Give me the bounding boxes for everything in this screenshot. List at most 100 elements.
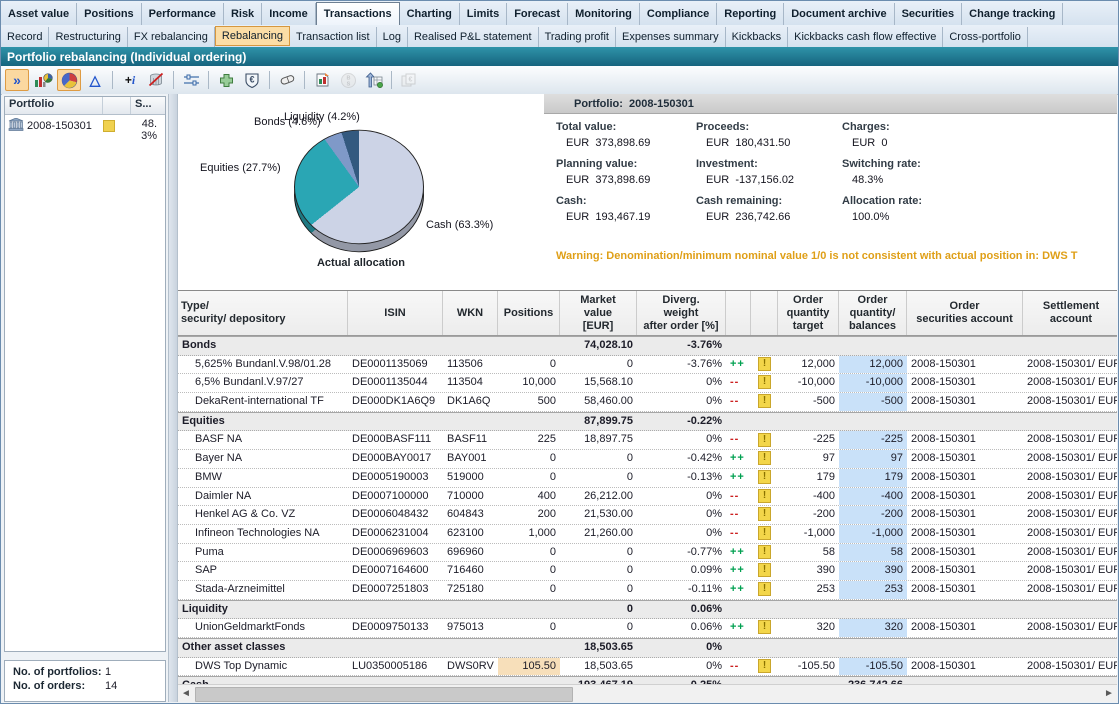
cell-bal[interactable]: -225 [839,431,907,449]
subtab-trading-profit[interactable]: Trading profit [539,27,616,47]
order-settings-icon[interactable] [179,69,203,91]
cell-bal[interactable]: 12,000 [839,356,907,374]
subtab-record[interactable]: Record [1,27,49,47]
column-header-status[interactable] [103,97,131,114]
scrollbar-thumb[interactable] [195,687,573,702]
column-header-trend[interactable] [726,291,751,335]
expand-panel-icon[interactable]: » [5,69,29,91]
horizontal-scrollbar[interactable]: ◄ ► [178,684,1117,702]
eraser-icon[interactable] [275,69,299,91]
subtab-kickbacks-cash-flow-effective[interactable]: Kickbacks cash flow effective [788,27,943,47]
cell-bal[interactable]: 390 [839,562,907,580]
column-header-mv[interactable]: Market value [EUR] [560,291,637,335]
column-header-div[interactable]: Diverg. weight after order [%] [637,291,726,335]
table-row[interactable]: PumaDE000696960369696000-0.77%++!5858200… [178,544,1117,563]
tab-compliance[interactable]: Compliance [640,3,717,25]
cell-mv: 193,467.19 [560,677,637,684]
tab-change-tracking[interactable]: Change tracking [962,3,1063,25]
subtab-transaction-list[interactable]: Transaction list [290,27,377,47]
pie-chart-icon[interactable] [57,69,81,91]
column-header-portfolio[interactable]: Portfolio [5,97,103,114]
buy-sell-icon[interactable]: BS [336,69,360,91]
add-order-icon[interactable] [214,69,238,91]
table-row[interactable]: UnionGeldmarktFondsDE0009750133975013000… [178,619,1117,638]
allocation-chart-icon[interactable] [31,69,55,91]
table-row[interactable]: SAPDE0007164600716460000.09%++!390390200… [178,562,1117,581]
table-row[interactable]: Bayer NADE000BAY0017BAY00100-0.42%++!979… [178,450,1117,469]
tab-reporting[interactable]: Reporting [717,3,784,25]
subtab-cross-portfolio[interactable]: Cross-portfolio [943,27,1028,47]
subtab-realised-p-l-statement[interactable]: Realised P&L statement [408,27,539,47]
table-row[interactable]: DWS Top DynamicLU0350005186DWS0RV105.501… [178,658,1117,677]
column-header-switching[interactable]: S... [131,97,165,114]
delta-icon[interactable]: △ [83,69,107,91]
table-row[interactable]: Other asset classes18,503.650% [178,638,1117,658]
table-row[interactable]: 5,625% Bundanl.V.98/01.28DE0001135069113… [178,356,1117,375]
table-row[interactable]: Henkel AG & Co. VZDE00060484326048432002… [178,506,1117,525]
import-orders-icon[interactable] [362,69,386,91]
table-row[interactable]: Stada-ArzneimittelDE000725180372518000-0… [178,581,1117,600]
exclude-positions-icon[interactable] [144,69,168,91]
tab-income[interactable]: Income [262,3,316,25]
tab-forecast[interactable]: Forecast [507,3,568,25]
column-header-name[interactable]: Type/ security/ depository [178,291,348,335]
column-header-pos[interactable]: Positions [498,291,560,335]
cell-bal[interactable]: -10,000 [839,374,907,392]
subtab-rebalancing[interactable]: Rebalancing [215,26,290,46]
tab-document-archive[interactable]: Document archive [784,3,894,25]
column-header-bal[interactable]: Order quantity/ balances [839,291,907,335]
subtab-restructuring[interactable]: Restructuring [49,27,127,47]
stat-label: No. of orders: [13,680,105,692]
column-header-wkn[interactable]: WKN [443,291,498,335]
cell-bal[interactable]: 253 [839,581,907,599]
table-row[interactable]: Bonds74,028.10-3.76% [178,336,1117,356]
tab-risk[interactable]: Risk [224,3,262,25]
add-info-icon[interactable]: +i [118,69,142,91]
cell-bal[interactable]: -1,000 [839,525,907,543]
cell-bal[interactable]: 179 [839,469,907,487]
cell-bal[interactable]: -105.50 [839,658,907,676]
cell-bal[interactable]: -500 [839,393,907,411]
scroll-left-arrow-icon[interactable]: ◄ [178,686,194,701]
table-row[interactable]: Infineon Technologies NADE00062310046231… [178,525,1117,544]
column-header-sec[interactable]: Order securities account [907,291,1023,335]
tab-limits[interactable]: Limits [460,3,507,25]
subtab-expenses-summary[interactable]: Expenses summary [616,27,726,47]
cell-bal[interactable]: -200 [839,506,907,524]
tab-performance[interactable]: Performance [142,3,224,25]
table-row[interactable]: Liquidity00.06% [178,600,1117,620]
copy-orders-icon[interactable]: € [397,69,421,91]
scroll-right-arrow-icon[interactable]: ► [1101,686,1117,701]
table-row[interactable]: BMWDE000519000351900000-0.13%++!17917920… [178,469,1117,488]
generate-orders-icon[interactable] [310,69,334,91]
subtab-fx-rebalancing[interactable]: FX rebalancing [128,27,215,47]
cell-bal[interactable]: 97 [839,450,907,468]
subtab-log[interactable]: Log [377,27,408,47]
column-header-qty[interactable]: Order quantity target [778,291,839,335]
table-row[interactable]: BASF NADE000BASF111BASF1122518,897.750%-… [178,431,1117,450]
cell-trend [726,677,751,684]
table-row[interactable]: Cash193,467.190.25%236,742.66 [178,676,1117,684]
column-header-settle[interactable]: Settlement account [1023,291,1117,335]
column-header-warn[interactable] [751,291,778,335]
euro-badge-icon[interactable]: € [240,69,264,91]
table-row[interactable]: DekaRent-international TFDE000DK1A6Q9DK1… [178,393,1117,412]
rebalancing-table: Type/ security/ depositoryISINWKNPositio… [178,290,1117,684]
cell-name: Infineon Technologies NA [178,525,348,543]
tab-charting[interactable]: Charting [400,3,460,25]
tab-monitoring[interactable]: Monitoring [568,3,640,25]
portfolio-list-item[interactable]: 2008-150301 48.3% [5,115,165,142]
table-row[interactable]: 6,5% Bundanl.V.97/27DE000113504411350410… [178,374,1117,393]
tab-positions[interactable]: Positions [77,3,142,25]
panel-splitter[interactable] [168,94,178,702]
table-row[interactable]: Equities87,899.75-0.22% [178,412,1117,432]
subtab-kickbacks[interactable]: Kickbacks [726,27,789,47]
cell-bal[interactable]: 58 [839,544,907,562]
cell-bal[interactable]: -400 [839,488,907,506]
tab-asset-value[interactable]: Asset value [1,3,77,25]
tab-securities[interactable]: Securities [895,3,963,25]
table-row[interactable]: Daimler NADE000710000071000040026,212.00… [178,488,1117,507]
tab-transactions[interactable]: Transactions [316,2,400,25]
column-header-isin[interactable]: ISIN [348,291,443,335]
cell-bal[interactable]: 320 [839,619,907,637]
